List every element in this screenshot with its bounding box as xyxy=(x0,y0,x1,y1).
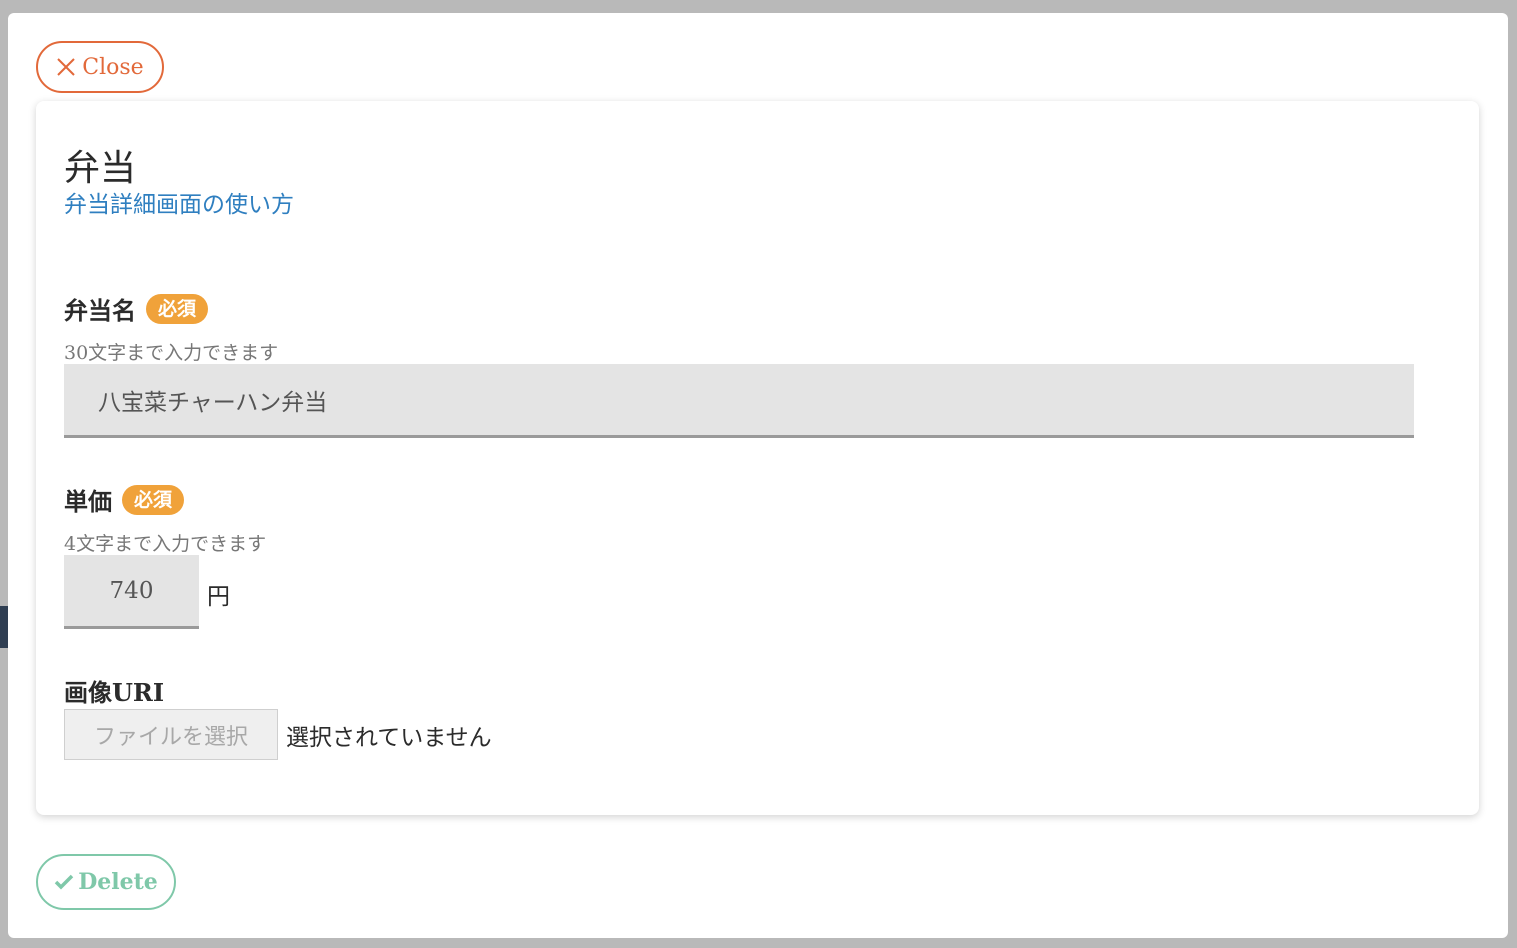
name-label-text: 弁当名 xyxy=(64,296,136,325)
name-hint: 30文字まで入力できます xyxy=(64,342,279,364)
close-button[interactable]: Close xyxy=(36,41,164,93)
name-field-label: 弁当名 必須 xyxy=(64,291,209,326)
bento-form-card: 弁当 弁当詳細画面の使い方 弁当名 必須 30文字まで入力できます 単価 必須 … xyxy=(36,101,1479,815)
price-unit: 円 xyxy=(207,584,230,610)
backdrop-panel xyxy=(0,606,8,648)
required-badge: 必須 xyxy=(146,293,209,324)
bento-detail-modal: Close 弁当 弁当詳細画面の使い方 弁当名 必須 30文字まで入力できます … xyxy=(8,13,1508,938)
bento-name-input[interactable] xyxy=(64,364,1414,438)
delete-button[interactable]: Delete xyxy=(36,854,176,910)
price-input[interactable] xyxy=(64,555,199,629)
required-badge: 必須 xyxy=(122,484,185,515)
price-field-label: 単価 必須 xyxy=(64,482,185,517)
choose-file-button[interactable]: ファイルを選択 xyxy=(64,709,278,760)
help-link[interactable]: 弁当詳細画面の使い方 xyxy=(64,185,294,219)
price-hint: 4文字まで入力できます xyxy=(64,533,267,555)
close-button-label: Close xyxy=(82,54,144,80)
close-icon xyxy=(57,58,75,76)
image-label-text: 画像URI xyxy=(64,678,165,707)
delete-button-label: Delete xyxy=(78,869,158,895)
check-icon xyxy=(54,874,74,890)
page-title: 弁当 xyxy=(64,148,137,189)
file-status: 選択されていません xyxy=(286,725,492,751)
price-label-text: 単価 xyxy=(64,487,112,516)
image-field-label: 画像URI xyxy=(64,673,164,708)
